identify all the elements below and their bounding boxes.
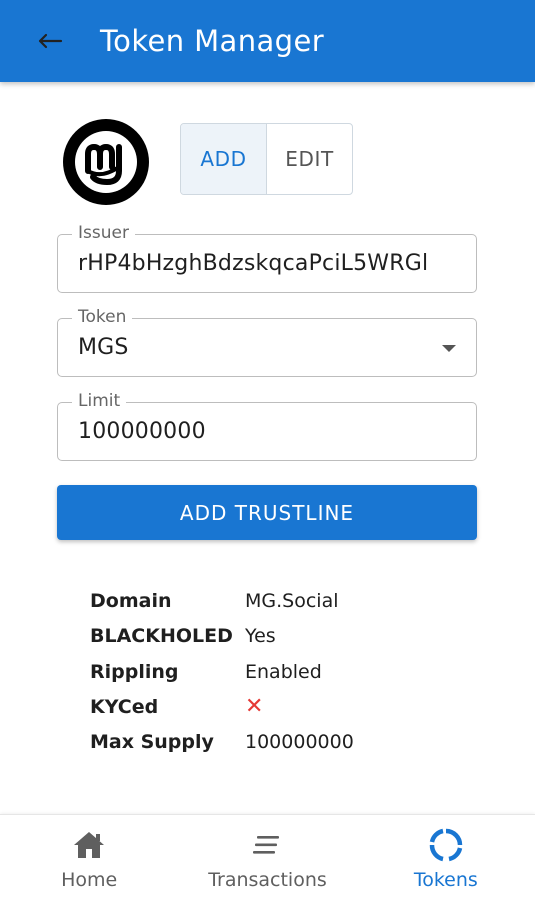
info-row-blackholed: BLACKHOLED Yes: [90, 625, 490, 660]
toggle-edit[interactable]: EDIT: [267, 124, 352, 194]
caret-down-icon[interactable]: [442, 345, 456, 352]
nav-tokens[interactable]: Tokens: [357, 815, 535, 900]
bottom-navigation: Home Transactions Tokens: [0, 814, 535, 900]
rippling-key: Rippling: [90, 660, 179, 683]
add-edit-toggle: ADD EDIT: [180, 123, 353, 195]
home-icon: [72, 829, 106, 861]
info-row-max-supply: Max Supply 100000000: [90, 731, 490, 766]
nav-transactions-label: Transactions: [208, 869, 327, 891]
transactions-icon: [251, 829, 283, 861]
red-x-icon: ✕: [245, 693, 264, 719]
tokens-icon: [429, 828, 463, 862]
token-select-value[interactable]: MGS: [78, 335, 462, 360]
info-row-rippling: Rippling Enabled: [90, 661, 490, 696]
toggle-add[interactable]: ADD: [181, 124, 267, 194]
nav-home[interactable]: Home: [0, 815, 178, 900]
domain-value: MG.Social: [245, 590, 339, 612]
max-supply-value: 100000000: [245, 731, 354, 754]
nav-transactions[interactable]: Transactions: [178, 815, 356, 900]
info-row-domain: Domain MG.Social: [90, 590, 490, 625]
kyced-key: KYCed: [90, 695, 159, 718]
limit-field[interactable]: Limit 100000000: [57, 391, 477, 461]
blackholed-value: Yes: [245, 625, 276, 648]
issuer-field[interactable]: Issuer rHP4bHzghBdzskqcaPciL5WRGl: [57, 223, 477, 293]
token-logo: [63, 119, 149, 205]
back-button[interactable]: [34, 27, 66, 55]
token-label: Token: [72, 307, 133, 327]
page-title: Token Manager: [100, 24, 325, 58]
rippling-value: Enabled: [245, 660, 322, 683]
issuer-input[interactable]: rHP4bHzghBdzskqcaPciL5WRGl: [78, 251, 462, 276]
issuer-label: Issuer: [72, 223, 135, 243]
token-manager-screen: Token Manager ADD EDIT Issuer rHP4bHzghB…: [0, 0, 535, 900]
nav-home-label: Home: [61, 869, 118, 891]
limit-input[interactable]: 100000000: [78, 419, 462, 444]
nav-tokens-label: Tokens: [413, 869, 478, 891]
info-row-kyced: KYCed ✕: [90, 693, 490, 731]
arrow-left-icon: [38, 33, 63, 49]
blackholed-key: BLACKHOLED: [90, 625, 233, 648]
app-bar: Token Manager: [0, 0, 535, 82]
domain-key: Domain: [90, 590, 172, 612]
limit-label: Limit: [72, 391, 127, 411]
add-trustline-button[interactable]: ADD TRUSTLINE: [57, 485, 477, 540]
token-info-list: Domain MG.Social BLACKHOLED Yes Rippling…: [90, 590, 490, 766]
token-select[interactable]: Token MGS: [57, 307, 477, 377]
max-supply-key: Max Supply: [90, 731, 214, 754]
mg-logo-icon: [75, 131, 137, 193]
